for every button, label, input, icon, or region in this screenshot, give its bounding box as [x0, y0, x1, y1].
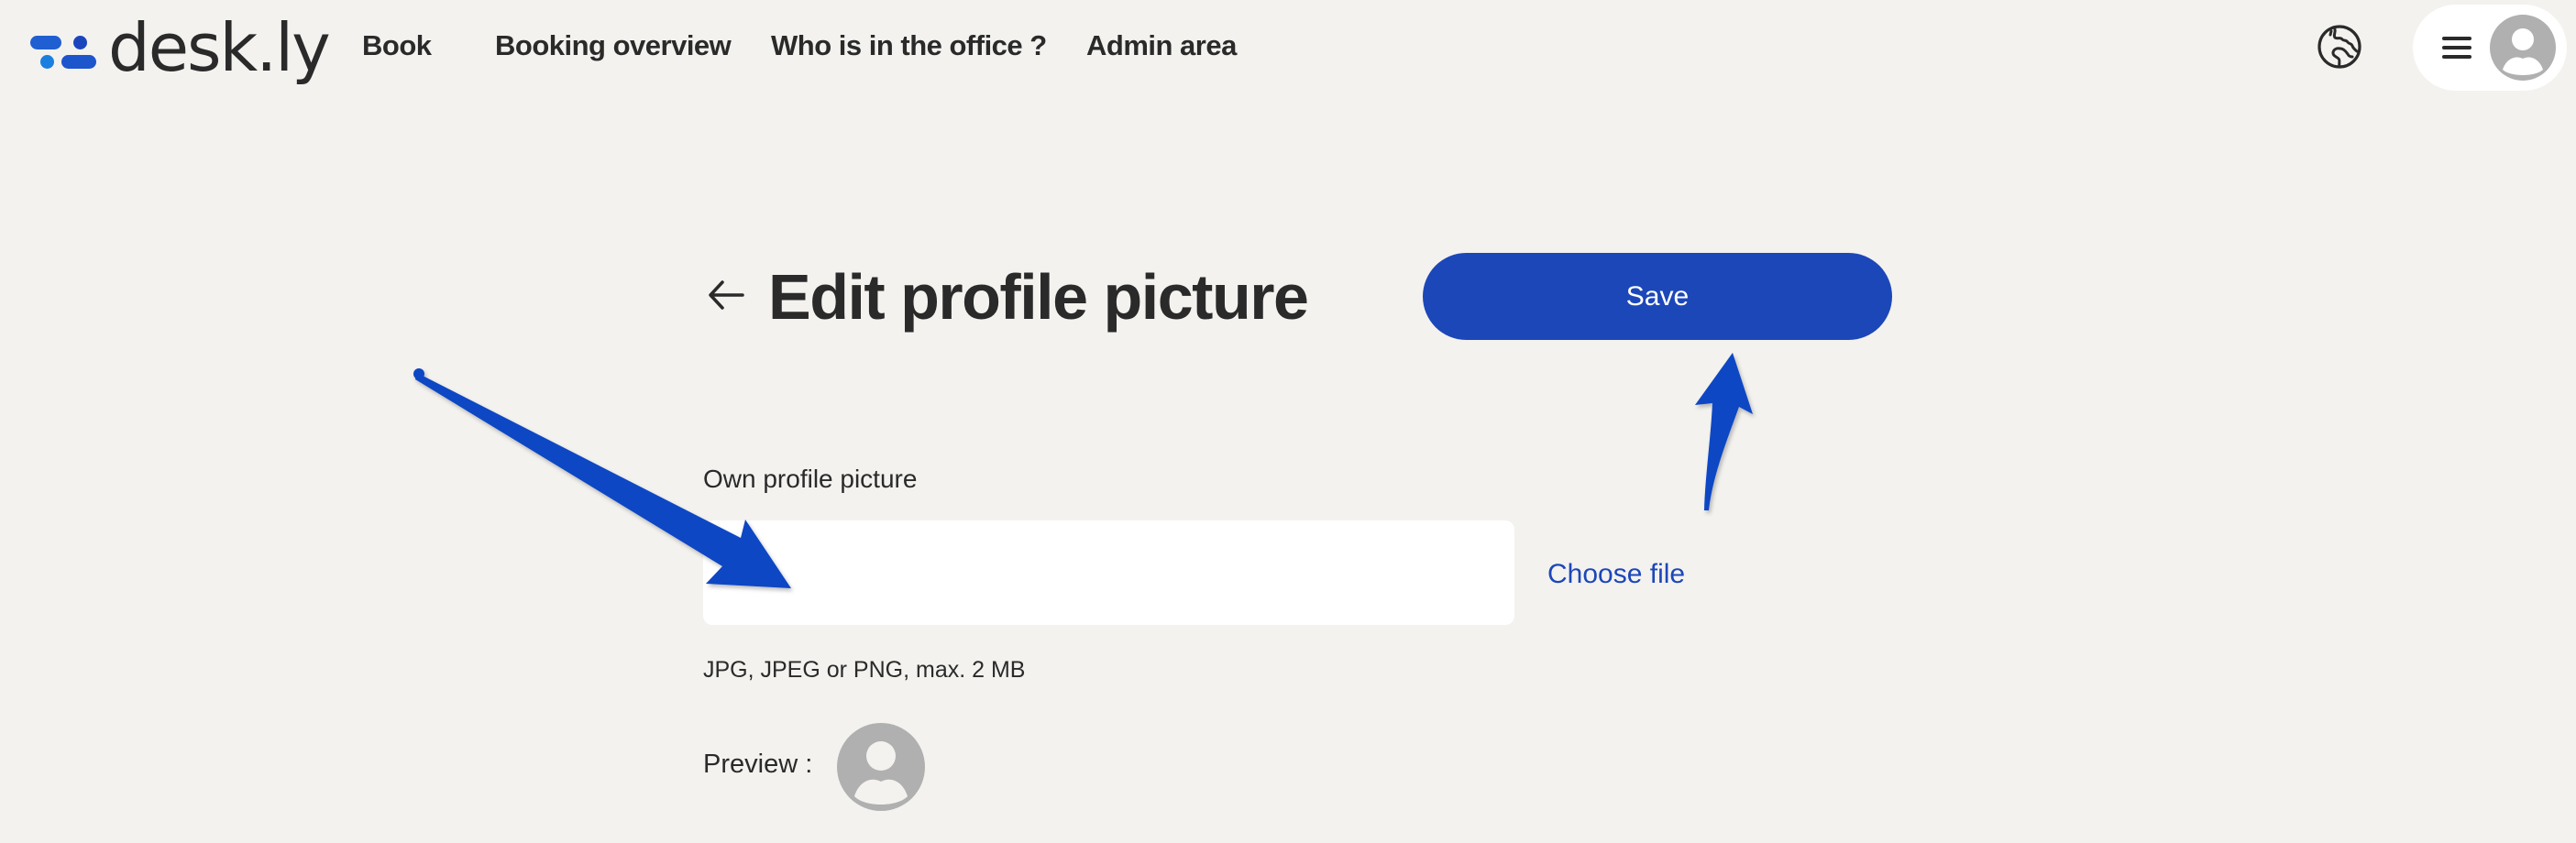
own-profile-picture-label: Own profile picture — [703, 465, 918, 493]
hamburger-menu-icon — [2442, 37, 2471, 60]
file-input[interactable] — [703, 520, 1514, 625]
preview-label: Preview : — [703, 750, 813, 779]
nav-book[interactable]: Book — [362, 26, 432, 66]
choose-file-link[interactable]: Choose file — [1547, 556, 1685, 593]
nav-booking-overview[interactable]: Booking overview — [495, 26, 732, 66]
brand-name: desk.ly — [108, 9, 331, 86]
page-title: Edit profile picture — [768, 261, 1309, 333]
globe-icon[interactable] — [2317, 24, 2362, 70]
nav-who-is-in-the-office[interactable]: Who is in the office ? — [771, 26, 1047, 66]
brand-logo[interactable]: desk.ly — [28, 9, 331, 92]
save-button[interactable]: Save — [1423, 253, 1892, 340]
back-arrow-icon[interactable] — [706, 277, 746, 313]
user-menu-button[interactable] — [2413, 5, 2567, 91]
logo-mark-icon — [28, 32, 101, 69]
user-avatar-icon — [2490, 15, 2556, 81]
nav-admin-area[interactable]: Admin area — [1086, 26, 1237, 66]
file-format-hint: JPG, JPEG or PNG, max. 2 MB — [703, 657, 1026, 683]
annotation-layer — [413, 353, 1753, 588]
preview-avatar-icon — [837, 723, 925, 811]
annotation-arrow-to-save-button — [1695, 353, 1753, 510]
